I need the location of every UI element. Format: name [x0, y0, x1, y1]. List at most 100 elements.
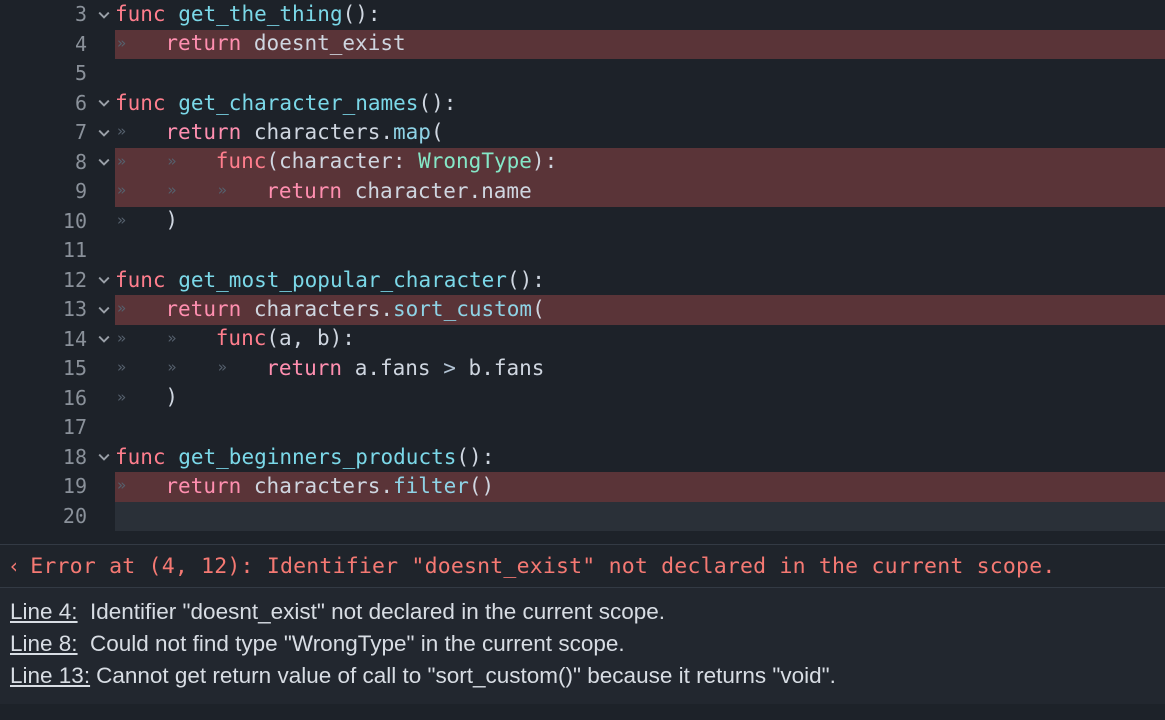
line-number[interactable]: 6	[0, 89, 93, 119]
code-token: :	[342, 326, 355, 350]
code-line[interactable]: 19 »return characters.filter()	[0, 472, 1165, 502]
line-number[interactable]: 4	[0, 30, 93, 60]
fold-gutter	[93, 472, 115, 502]
code-content[interactable]	[115, 236, 1165, 266]
code-content[interactable]: »»func(a, b):	[115, 325, 1165, 355]
code-token: ()	[507, 268, 532, 292]
fold-gutter[interactable]	[93, 325, 115, 355]
code-content[interactable]: »»»return character.name	[115, 177, 1165, 207]
fold-gutter[interactable]	[93, 0, 115, 30]
fold-gutter	[93, 59, 115, 89]
prev-error-icon[interactable]: ‹	[8, 554, 20, 578]
whitespace-marker: »	[216, 176, 266, 206]
chevron-down-icon[interactable]	[98, 451, 110, 463]
code-line[interactable]: 18 func get_beginners_products():	[0, 443, 1165, 473]
code-line[interactable]: 17	[0, 413, 1165, 443]
code-line[interactable]: 10 »)	[0, 207, 1165, 237]
error-line-link[interactable]: Line 13:	[10, 660, 90, 692]
line-number[interactable]: 16	[0, 384, 93, 414]
code-content[interactable]: »return characters.map(	[115, 118, 1165, 148]
whitespace-marker: »	[115, 471, 165, 501]
code-line[interactable]: 6 func get_character_names():	[0, 89, 1165, 119]
code-line[interactable]: 11	[0, 236, 1165, 266]
chevron-down-icon[interactable]	[98, 127, 110, 139]
line-number[interactable]: 15	[0, 354, 93, 384]
error-line-link[interactable]: Line 4:	[10, 596, 84, 628]
code-content[interactable]: func get_the_thing():	[115, 0, 1165, 30]
error-row[interactable]: Line 4:Identifier "doesnt_exist" not dec…	[10, 596, 1155, 628]
line-number[interactable]: 18	[0, 443, 93, 473]
code-content[interactable]: func get_most_popular_character():	[115, 266, 1165, 296]
code-content[interactable]: »return characters.filter()	[115, 472, 1165, 502]
code-line[interactable]: 8 »»func(character: WrongType):	[0, 148, 1165, 178]
code-token: (	[266, 149, 279, 173]
code-line[interactable]: 20	[0, 502, 1165, 532]
code-content[interactable]: »»»return a.fans > b.fans	[115, 354, 1165, 384]
code-line[interactable]: 14 »»func(a, b):	[0, 325, 1165, 355]
code-content[interactable]: »return characters.sort_custom(	[115, 295, 1165, 325]
code-content[interactable]	[115, 413, 1165, 443]
line-number[interactable]: 14	[0, 325, 93, 355]
line-number[interactable]: 12	[0, 266, 93, 296]
code-content[interactable]: »)	[115, 207, 1165, 237]
line-number[interactable]: 10	[0, 207, 93, 237]
code-content[interactable]	[115, 502, 1165, 532]
chevron-down-icon[interactable]	[98, 274, 110, 286]
code-token: :	[393, 149, 418, 173]
chevron-down-icon[interactable]	[98, 9, 110, 21]
fold-gutter	[93, 502, 115, 532]
line-number[interactable]: 8	[0, 148, 93, 178]
line-number[interactable]: 19	[0, 472, 93, 502]
code-token: .	[380, 474, 393, 498]
error-line-link[interactable]: Line 8:	[10, 628, 84, 660]
code-line[interactable]: 4 »return doesnt_exist	[0, 30, 1165, 60]
code-editor: 3 func get_the_thing(): 4 »return doesnt_ex…	[0, 0, 1165, 720]
code-token: characters	[254, 120, 380, 144]
code-line[interactable]: 5	[0, 59, 1165, 89]
code-line[interactable]: 3 func get_the_thing():	[0, 0, 1165, 30]
code-content[interactable]: »return doesnt_exist	[115, 30, 1165, 60]
chevron-down-icon[interactable]	[98, 97, 110, 109]
fold-gutter[interactable]	[93, 118, 115, 148]
fold-gutter	[93, 177, 115, 207]
code-line[interactable]: 12 func get_most_popular_character():	[0, 266, 1165, 296]
code-content[interactable]: func get_character_names():	[115, 89, 1165, 119]
code-content[interactable]	[115, 59, 1165, 89]
code-line[interactable]: 13 »return characters.sort_custom(	[0, 295, 1165, 325]
fold-gutter[interactable]	[93, 443, 115, 473]
code-content[interactable]: func get_beginners_products():	[115, 443, 1165, 473]
code-token: get_character_names	[178, 91, 418, 115]
fold-gutter[interactable]	[93, 89, 115, 119]
fold-gutter[interactable]	[93, 266, 115, 296]
line-number[interactable]: 7	[0, 118, 93, 148]
line-number[interactable]: 9	[0, 177, 93, 207]
code-line[interactable]: 15 »»»return a.fans > b.fans	[0, 354, 1165, 384]
code-token: fans	[380, 356, 431, 380]
code-content[interactable]: »»func(character: WrongType):	[115, 148, 1165, 178]
line-number[interactable]: 11	[0, 236, 93, 266]
code-token	[342, 179, 355, 203]
chevron-down-icon[interactable]	[98, 304, 110, 316]
line-number[interactable]: 5	[0, 59, 93, 89]
chevron-down-icon[interactable]	[98, 156, 110, 168]
code-content[interactable]: »)	[115, 384, 1165, 414]
error-row[interactable]: Line 13:Cannot get return value of call …	[10, 660, 1155, 692]
line-number[interactable]: 17	[0, 413, 93, 443]
code-token: b	[317, 326, 330, 350]
code-token: func	[115, 268, 166, 292]
status-bar[interactable]: ‹ Error at (4, 12): Identifier "doesnt_e…	[0, 544, 1165, 588]
code-line[interactable]: 16 »)	[0, 384, 1165, 414]
code-line[interactable]: 7 »return characters.map(	[0, 118, 1165, 148]
code-area[interactable]: 3 func get_the_thing(): 4 »return doesnt_ex…	[0, 0, 1165, 531]
fold-gutter[interactable]	[93, 295, 115, 325]
fold-gutter[interactable]	[93, 148, 115, 178]
errors-panel[interactable]: Line 4:Identifier "doesnt_exist" not dec…	[0, 588, 1165, 704]
fold-gutter	[93, 207, 115, 237]
line-number[interactable]: 3	[0, 0, 93, 30]
code-line[interactable]: 9 »»»return character.name	[0, 177, 1165, 207]
error-row[interactable]: Line 8:Could not find type "WrongType" i…	[10, 628, 1155, 660]
chevron-down-icon[interactable]	[98, 333, 110, 345]
line-number[interactable]: 20	[0, 502, 93, 532]
code-token: func	[216, 149, 267, 173]
line-number[interactable]: 13	[0, 295, 93, 325]
